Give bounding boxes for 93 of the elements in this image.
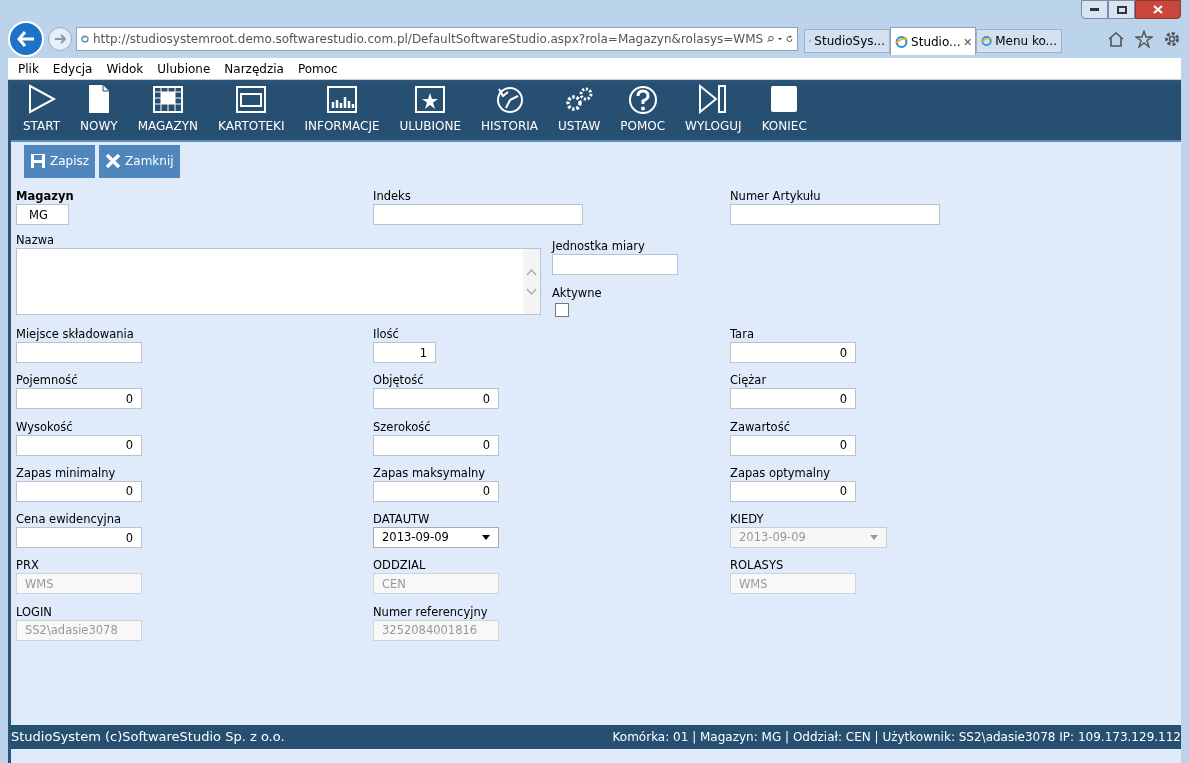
caret-icon bbox=[870, 535, 878, 541]
date-dropdown[interactable]: 2013-09-09 bbox=[373, 527, 499, 549]
grid-icon bbox=[151, 84, 184, 114]
field-label: ROLASYS bbox=[730, 557, 785, 574]
input-field[interactable]: 0 bbox=[16, 388, 142, 410]
settings-icon[interactable] bbox=[1163, 30, 1181, 48]
star-icon[interactable] bbox=[1135, 30, 1153, 48]
save-button[interactable]: Zapisz bbox=[24, 144, 96, 178]
field-label: Numer Artykułu bbox=[730, 188, 822, 204]
menu-item[interactable]: Ulubione bbox=[157, 59, 211, 78]
close-icon[interactable] bbox=[963, 37, 971, 46]
menu-item[interactable]: Narzędzia bbox=[224, 59, 284, 78]
menu-item[interactable]: Edycja bbox=[52, 59, 93, 78]
field-label: Zapas minimalny bbox=[16, 464, 117, 481]
input-field[interactable]: 0 bbox=[16, 527, 142, 549]
maximize-icon bbox=[1116, 5, 1127, 14]
forward-button[interactable] bbox=[48, 27, 72, 51]
arrow-right-icon bbox=[54, 34, 66, 44]
toolbar-button[interactable]: START bbox=[23, 84, 61, 135]
input-field[interactable]: 0 bbox=[373, 388, 499, 410]
toolbar-button[interactable]: ULUBIONE bbox=[399, 84, 461, 135]
field-label: LOGIN bbox=[16, 603, 53, 620]
field-label: Zapas maksymalny bbox=[373, 464, 487, 481]
home-icon[interactable] bbox=[1107, 31, 1125, 47]
field-label: Ilość bbox=[373, 326, 400, 342]
close-icon bbox=[1153, 5, 1163, 14]
field-label: DATAUTW bbox=[373, 511, 431, 528]
close-button[interactable]: Zamknij bbox=[99, 144, 180, 178]
toolbar-button[interactable]: NOWY bbox=[80, 84, 118, 135]
input-field[interactable] bbox=[552, 254, 678, 275]
browser-tab[interactable]: Studio... bbox=[890, 27, 976, 55]
close-icon bbox=[105, 153, 122, 169]
field-label: Magazyn bbox=[16, 188, 75, 204]
input-field[interactable]: 0 bbox=[730, 342, 856, 363]
caret-icon bbox=[482, 535, 490, 541]
input-field[interactable]: 0 bbox=[373, 480, 499, 502]
toolbar-button[interactable]: KONIEC bbox=[761, 84, 807, 135]
menu-item[interactable]: Pomoc bbox=[297, 59, 338, 78]
arrow-left-icon bbox=[17, 31, 35, 47]
browser-tab[interactable]: Menu ko... bbox=[976, 29, 1062, 53]
field-label: KIEDY bbox=[730, 511, 765, 528]
chart-icon bbox=[326, 84, 358, 114]
address-bar[interactable]: http://studiosystemroot.demo.softwarestudio.com.pl/DefaultSoftwareStudio.aspx?rola=Magazyn&rolasys=WMS bbox=[76, 27, 798, 51]
input-field[interactable]: 0 bbox=[730, 388, 856, 410]
field-label: Miejsce składowania bbox=[16, 326, 135, 342]
minimize-icon bbox=[1090, 8, 1099, 11]
field-label: Nazwa bbox=[16, 232, 56, 248]
toolbar-button[interactable]: WYLOGUJ bbox=[685, 84, 742, 135]
field-label: Wysokość bbox=[16, 418, 74, 435]
session-info: Komórka: 01 | Magazyn: MG | Oddział: CEN | Użytkownik: SS2\adasie3078 IP: 109.173.129.112 bbox=[612, 729, 1181, 746]
address-text: http://studiosystemroot.demo.softwarestudio.com.pl/DefaultSoftwareStudio.aspx?rola=Magazyn&rolasys=WMS bbox=[92, 31, 764, 48]
checkbox[interactable] bbox=[555, 303, 569, 317]
window-icon bbox=[235, 84, 268, 114]
field-label: PRX bbox=[16, 557, 40, 574]
minimize-button[interactable] bbox=[1081, 0, 1108, 19]
toolbar-button[interactable]: HISTORIA bbox=[481, 84, 539, 135]
menu-item[interactable]: Plik bbox=[18, 59, 39, 78]
field-label: Numer referencyjny bbox=[373, 603, 489, 620]
input-field[interactable]: 0 bbox=[730, 480, 856, 502]
browser-tab[interactable]: StudioSys... bbox=[804, 29, 890, 53]
toolbar-button[interactable]: INFORMACJE bbox=[304, 84, 380, 135]
input-field[interactable]: 0 bbox=[16, 480, 142, 502]
toolbar-button[interactable]: MAGAZYN bbox=[137, 84, 199, 135]
field-label: ODDZIAL bbox=[373, 557, 427, 574]
field-label: Szerokość bbox=[373, 418, 432, 435]
field-label: Ciężar bbox=[730, 372, 768, 389]
field-label: Zapas optymalny bbox=[730, 464, 832, 481]
input-field[interactable]: 1 bbox=[373, 342, 436, 363]
toolbar-button[interactable]: KARTOTEKI bbox=[218, 84, 285, 135]
help-icon bbox=[626, 84, 659, 114]
field-label: Pojemność bbox=[16, 372, 79, 389]
field-label: Objętość bbox=[373, 372, 425, 389]
field-label: Zawartość bbox=[730, 418, 791, 435]
field-label: Tara bbox=[730, 326, 755, 342]
maximize-button[interactable] bbox=[1108, 0, 1135, 19]
field-label: Aktywne bbox=[552, 285, 603, 301]
field-label: Jednostka miary bbox=[552, 238, 646, 254]
toolbar-button[interactable]: USTAW bbox=[558, 84, 601, 135]
toolbar-button[interactable]: POMOC bbox=[620, 84, 666, 135]
field-label: Indeks bbox=[373, 188, 412, 204]
input-field[interactable] bbox=[373, 204, 583, 225]
copyright-text: StudioSystem (c)SoftwareStudio Sp. z o.o. bbox=[11, 728, 285, 747]
input-field[interactable]: 0 bbox=[373, 434, 499, 456]
caret-icon[interactable] bbox=[778, 36, 783, 42]
field-label: Cena ewidencyjna bbox=[16, 511, 123, 528]
close-button[interactable] bbox=[1135, 0, 1181, 19]
input-field[interactable]: MG bbox=[16, 204, 69, 225]
menu-item[interactable]: Widok bbox=[106, 59, 144, 78]
input-field[interactable]: 0 bbox=[16, 434, 142, 456]
input-field[interactable]: 0 bbox=[730, 434, 856, 456]
input-field[interactable] bbox=[730, 204, 940, 225]
back-button[interactable] bbox=[8, 21, 44, 57]
input-field[interactable] bbox=[16, 342, 142, 363]
